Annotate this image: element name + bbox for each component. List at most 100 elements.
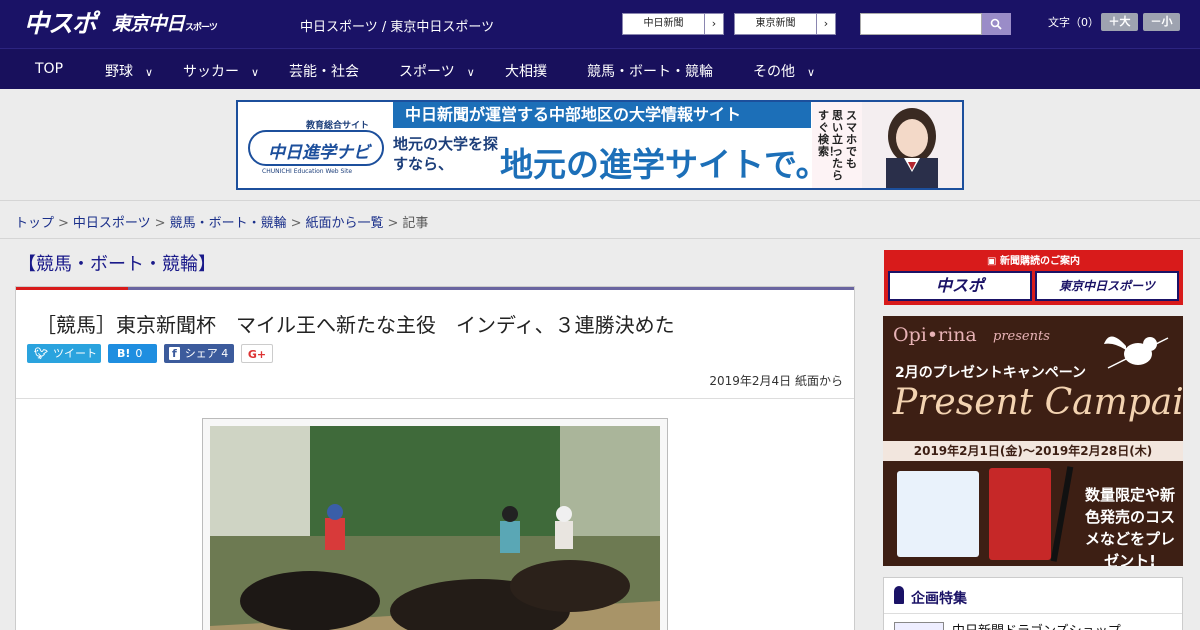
banner-headline: 中日新聞が運営する中部地区の大学情報サイト — [393, 102, 811, 128]
nav-item-top[interactable]: TOP — [35, 61, 63, 77]
ad-campaign-en: Present Campaign — [893, 382, 1183, 423]
breadcrumb-sep: > — [290, 216, 302, 231]
breadcrumb-current: 記事 — [402, 216, 429, 231]
twitter-icon: 🐦︎ — [34, 347, 48, 360]
nav-label: 野球 — [105, 64, 133, 80]
newspaper-icon: ▣ — [987, 256, 1000, 267]
ad-campaign-jp: 2月のプレゼントキャンペーン — [895, 365, 1087, 381]
tweet-button[interactable]: 🐦︎ ツイート — [27, 344, 101, 363]
chevron-right-icon: › — [711, 17, 717, 30]
ad-promo-text: 数量限定や新色発売のコスメなどをプレゼント! — [1084, 486, 1175, 566]
chevron-down-icon: ∨ — [807, 66, 816, 79]
breadcrumb-sep: > — [154, 216, 166, 231]
education-banner-ad[interactable]: 教育総合サイト 中日進学ナビ CHUNICHI Education Web Si… — [236, 100, 964, 190]
feature-box: 企画特集 中日新聞ドラゴンズショップ — [883, 577, 1183, 630]
subscription-heading: ▣ 新聞購読のご案内 — [884, 252, 1183, 267]
facebook-share-count: 4 — [221, 347, 229, 360]
breadcrumb-top[interactable]: トップ — [15, 216, 54, 231]
shingaku-navi-logo: 教育総合サイト 中日進学ナビ CHUNICHI Education Web Si… — [244, 110, 388, 180]
opirina-brand: Opi•rina — [893, 324, 977, 346]
nav-label: 大相撲 — [505, 64, 547, 80]
site-header: 中スポ 東京中日スポーツ 中日スポーツ / 東京中日スポーツ 中日新聞 › 東京… — [0, 0, 1200, 48]
banner-vertical-line: スマホでも — [846, 109, 857, 170]
nav-label: サッカー — [183, 64, 239, 80]
breadcrumb-sep: > — [58, 216, 69, 231]
google-plus-icon: G+ — [247, 348, 267, 361]
nav-label: 芸能・社会 — [289, 64, 359, 80]
article-photo-frame — [202, 418, 668, 630]
product-cleansing-water — [897, 471, 979, 557]
feature-divider — [884, 613, 1182, 614]
nav-item-keiba[interactable]: 競馬・ボート・競輪 — [587, 61, 713, 81]
feature-thumbnail[interactable] — [894, 622, 944, 630]
tokyo-chunichi-logo-text: 東京中日 — [112, 13, 185, 35]
banner-vertical-line: すぐ検索！ — [818, 109, 840, 158]
hatena-bookmark-button[interactable]: B! 0 — [108, 344, 157, 363]
chunichi-shimbun-button[interactable]: 中日新聞 › — [622, 13, 724, 35]
article-date: 2019年2月4日 紙面から — [709, 374, 843, 388]
tokyo-shimbun-label: 東京新聞 — [735, 14, 817, 34]
nav-item-entertainment[interactable]: 芸能・社会 — [289, 61, 359, 81]
tokyo-shimbun-button[interactable]: 東京新聞 › — [734, 13, 836, 35]
opirina-campaign-ad[interactable]: Opi•rina presents 2月のプレゼントキャンペーン Present… — [883, 316, 1183, 566]
hatena-icon: B! — [117, 347, 131, 360]
nav-label: 競馬・ボート・競輪 — [587, 64, 713, 80]
google-plus-button[interactable]: G+ — [241, 344, 273, 363]
facebook-icon: f — [169, 347, 180, 360]
banner-left-text: 地元の大学を探すなら、 — [393, 135, 499, 173]
nav-label: TOP — [35, 61, 64, 77]
chuspo-logo[interactable]: 中スポ — [24, 8, 97, 40]
nav-label: その他 — [753, 64, 795, 80]
banner-logo-name: 中日進学ナビ — [268, 143, 370, 163]
breadcrumb-sep: > — [387, 216, 399, 231]
subscribe-tokyo-button[interactable]: 東京中日スポーツ — [1035, 271, 1179, 301]
breadcrumb-bar: トップ > 中日スポーツ > 競馬・ボート・競輪 > 紙面から一覧 > 記事 — [0, 200, 1200, 239]
subscription-box: ▣ 新聞購読のご案内 中スポ 東京中日スポーツ — [884, 250, 1183, 305]
feature-title: 企画特集 — [911, 591, 967, 607]
feature-link[interactable]: 中日新聞ドラゴンズショップ — [952, 620, 1121, 630]
chevron-down-icon: ∨ — [251, 66, 260, 79]
nav-item-baseball[interactable]: 野球 ∨ — [105, 61, 153, 81]
banner-logo-oval: 中日進学ナビ — [248, 130, 384, 166]
font-smaller-button[interactable]: －小 — [1143, 13, 1180, 31]
nav-item-other[interactable]: その他 ∨ — [753, 61, 815, 81]
nav-item-soccer[interactable]: サッカー ∨ — [183, 61, 259, 81]
banner-vertical-copy: スマホでも 思い立ったら すぐ検索！ — [812, 102, 862, 188]
section-title: 【競馬・ボート・競輪】 — [18, 254, 216, 275]
tokyo-chunichi-logo-suffix: スポーツ — [185, 23, 218, 33]
search-input[interactable] — [860, 13, 982, 35]
tokyo-chunichi-logo[interactable]: 東京中日スポーツ — [112, 8, 218, 40]
chevron-down-icon: ∨ — [466, 66, 475, 79]
banner-logo-sub: CHUNICHI Education Web Site — [262, 168, 353, 175]
facebook-share-label: シェア — [184, 347, 218, 360]
horse-race-photo[interactable] — [210, 426, 660, 630]
chevron-right-icon: › — [823, 17, 829, 30]
breadcrumb-chunichi-sports[interactable]: 中日スポーツ — [73, 216, 151, 231]
nav-item-sumo[interactable]: 大相撲 — [505, 61, 547, 81]
breadcrumb-paper-list[interactable]: 紙面から一覧 — [306, 216, 384, 231]
font-larger-button[interactable]: ＋大 — [1101, 13, 1138, 31]
article-top-accent — [16, 287, 128, 290]
font-size-label: 文字（0） — [1048, 16, 1099, 29]
breadcrumb-keiba[interactable]: 競馬・ボート・競輪 — [170, 216, 287, 231]
subscription-heading-text: 新聞購読のご案内 — [999, 256, 1080, 267]
facebook-share-button[interactable]: f シェア 4 — [164, 344, 234, 363]
article-top-border — [16, 287, 854, 290]
feature-medal-icon — [894, 586, 904, 604]
banner-model-photo — [862, 102, 962, 188]
breadcrumb: トップ > 中日スポーツ > 競馬・ボート・競輪 > 紙面から一覧 > 記事 — [15, 212, 428, 231]
site-links[interactable]: 中日スポーツ / 東京中日スポーツ — [300, 16, 494, 35]
banner-big-text: 地元の進学サイトで。 — [500, 145, 829, 184]
article-card: ［競馬］東京新聞杯 マイル王へ新たな主役 インディ、３連勝決めた 🐦︎ ツイート … — [15, 286, 855, 630]
nav-item-sports[interactable]: スポーツ ∨ — [399, 61, 475, 81]
hatena-count: 0 — [135, 347, 143, 360]
product-eyeliner-box — [989, 468, 1051, 560]
main-nav: TOP 野球 ∨ サッカー ∨ 芸能・社会 スポーツ ∨ 大相撲 競馬・ボート・競輪 … — [0, 48, 1200, 89]
search-button[interactable] — [982, 13, 1011, 35]
chunichi-shimbun-label: 中日新聞 — [623, 14, 705, 34]
subscribe-chuspo-button[interactable]: 中スポ — [888, 271, 1032, 301]
ad-presents: presents — [993, 329, 1050, 344]
nav-label: スポーツ — [399, 64, 455, 80]
search-icon — [990, 18, 1002, 30]
product-eyeliner-pen — [1050, 466, 1074, 562]
